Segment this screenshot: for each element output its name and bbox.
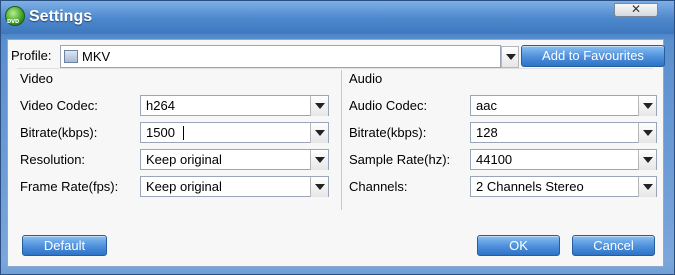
video-codec-label: Video Codec: xyxy=(20,98,98,113)
chevron-down-icon[interactable] xyxy=(310,177,328,197)
audio-bitrate-label: Bitrate(kbps): xyxy=(349,125,427,140)
chevron-down-icon[interactable] xyxy=(638,96,656,116)
file-icon xyxy=(64,50,78,63)
title-bar: Settings ✕ xyxy=(1,1,674,34)
audio-codec-select[interactable]: aac xyxy=(470,95,657,116)
video-codec-value: h264 xyxy=(146,98,175,113)
add-to-favourites-button[interactable]: Add to Favourites xyxy=(521,45,665,67)
audio-heading: Audio xyxy=(349,71,383,86)
chevron-down-icon[interactable] xyxy=(638,150,656,170)
resolution-value: Keep original xyxy=(146,152,222,167)
profile-value: MKV xyxy=(82,49,111,64)
frame-rate-select[interactable]: Keep original xyxy=(140,176,329,197)
settings-window: Settings ✕ Profile: MKV Add to Favourite… xyxy=(0,0,675,275)
text-caret xyxy=(183,126,184,140)
default-button[interactable]: Default xyxy=(22,235,107,256)
video-bitrate-label: Bitrate(kbps): xyxy=(20,125,98,140)
channels-label: Channels: xyxy=(349,179,408,194)
chevron-down-icon[interactable] xyxy=(638,123,656,143)
audio-codec-label: Audio Codec: xyxy=(349,98,428,113)
dvd-app-icon xyxy=(5,6,25,26)
settings-panel: Profile: MKV Add to Favourites Video Vid… xyxy=(7,39,665,267)
ok-button[interactable]: OK xyxy=(477,235,560,256)
resolution-label: Resolution: xyxy=(20,152,86,167)
sample-rate-select[interactable]: 44100 xyxy=(470,149,657,170)
video-bitrate-value: 1500 xyxy=(146,125,175,140)
window-title: Settings xyxy=(29,8,93,25)
frame-rate-label: Frame Rate(fps): xyxy=(20,179,119,194)
resolution-select[interactable]: Keep original xyxy=(140,149,329,170)
audio-codec-value: aac xyxy=(476,98,497,113)
close-button[interactable]: ✕ xyxy=(614,3,658,17)
sample-rate-label: Sample Rate(hz): xyxy=(349,152,451,167)
video-heading: Video xyxy=(20,71,54,86)
audio-bitrate-value: 128 xyxy=(476,125,498,140)
chevron-down-icon[interactable] xyxy=(310,150,328,170)
column-divider xyxy=(341,70,342,210)
channels-value: 2 Channels Stereo xyxy=(476,179,584,194)
cancel-button[interactable]: Cancel xyxy=(572,235,655,256)
profile-dropdown[interactable]: MKV xyxy=(60,45,501,68)
chevron-down-icon[interactable] xyxy=(310,123,328,143)
video-bitrate-combobox[interactable]: 1500 xyxy=(140,122,329,143)
channels-select[interactable]: 2 Channels Stereo xyxy=(470,176,657,197)
video-codec-select[interactable]: h264 xyxy=(140,95,329,116)
profile-dropdown-arrow[interactable] xyxy=(501,46,519,68)
profile-label: Profile: xyxy=(11,48,52,63)
chevron-down-icon[interactable] xyxy=(638,177,656,197)
chevron-down-icon[interactable] xyxy=(310,96,328,116)
sample-rate-value: 44100 xyxy=(476,152,513,167)
divider-line xyxy=(17,68,653,69)
frame-rate-value: Keep original xyxy=(146,179,222,194)
audio-bitrate-select[interactable]: 128 xyxy=(470,122,657,143)
